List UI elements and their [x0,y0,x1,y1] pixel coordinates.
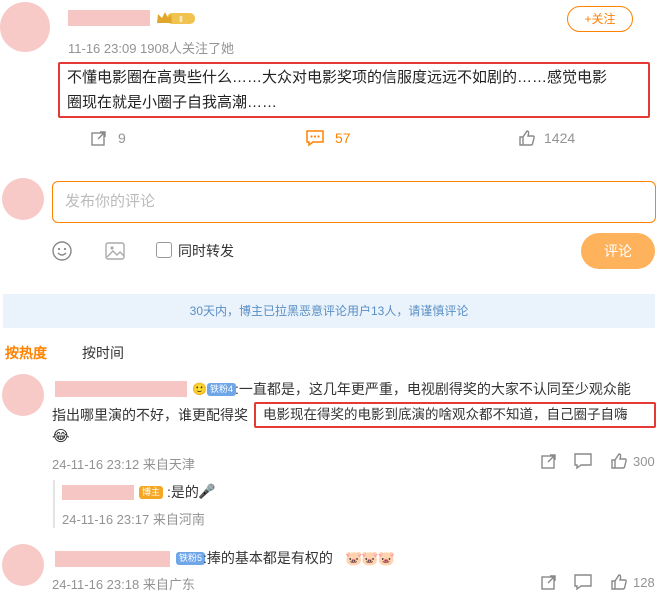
comment-input[interactable]: 发布你的评论 [52,181,656,223]
comment-share-button[interactable] [540,573,558,591]
commenter-name-redacted[interactable] [55,381,187,397]
author-avatar[interactable] [0,2,50,52]
pig-emoji: 🐷🐷🐷 [345,550,395,566]
repost-icon [91,131,106,146]
laugh-cry-emoji: 😂 [52,428,70,445]
comment-share-button[interactable] [540,452,558,470]
thumbs-up-icon [519,130,535,146]
comment-like-button[interactable]: 300 [610,452,655,470]
reply-text: :是的 [167,484,199,500]
comment-avatar[interactable] [2,374,44,416]
comment-text-line1: :一直都是，这几年更严重，电视剧得奖的大家不认同至少观众能 [235,381,631,397]
comment-meta: 24-11-16 23:18 来自广东 [52,577,195,592]
tab-sort-hot[interactable]: 按热度 [5,343,47,363]
comment-count: 57 [335,130,351,146]
comment-like-button[interactable]: 128 [610,573,655,591]
reply-thread-bar [53,480,55,528]
comment-text-line2: 指出哪里演的不好，谁更配得奖 [52,407,248,423]
microphone-emoji: 🎤 [198,483,216,499]
thumbs-up-icon [611,453,627,469]
svg-text:Ⅱ: Ⅱ [179,15,183,24]
like-count: 1424 [544,130,576,146]
image-button[interactable] [104,240,126,262]
emoji-icon [52,241,72,261]
vip-crown-icon: Ⅱ [155,10,197,26]
thumbs-up-icon [611,574,627,590]
reply-author-redacted[interactable] [62,485,134,500]
post-text-line1: 不懂电影圈在高贵些什么……大众对电影奖项的信服度远远不如剧的……感觉电影 [67,69,608,86]
post-text-line2: 圈现在就是小圈子自我高潮…… [67,94,278,111]
repost-button[interactable]: 9 [90,128,126,148]
comment-text: :捧的基本都是有权的 [203,550,333,566]
comment-icon [306,130,324,147]
fan-badge: 铁粉5 [176,552,206,565]
commenter-name-redacted[interactable] [55,551,170,567]
comment-meta: 24-11-16 23:12 来自天津 [52,457,195,472]
repost-checkbox[interactable] [156,242,172,258]
tab-sort-time[interactable]: 按时间 [82,343,124,363]
emoji-button[interactable] [51,240,73,262]
comment-like-count: 300 [633,453,655,469]
author-name-redacted[interactable] [68,10,150,26]
reply-meta: 24-11-16 23:17 来自河南 [62,512,205,527]
fan-medal-icon: 🙂 [192,382,207,396]
comment-button[interactable]: 57 [305,128,351,148]
repost-count: 9 [118,130,126,146]
comment-reply-button[interactable] [573,452,593,470]
author-badge: 博主 [139,486,164,499]
reply-icon [574,453,592,470]
reply-icon [574,574,592,591]
submit-comment-button[interactable]: 评论 [581,233,655,269]
fan-badge: 铁粉4 [207,383,237,396]
comment-text-highlighted: 电影现在得奖的电影到底演的啥观众都不知道，自己圈子自嗨 [263,407,628,422]
image-icon [105,242,125,260]
share-icon [541,575,556,590]
comment-avatar[interactable] [2,544,44,586]
post-meta: 11-16 23:09 1908人关注了她 [68,41,234,56]
repost-checkbox-label: 同时转发 [178,243,234,259]
blacklist-notice: 30天内，博主已拉黑恶意评论用户13人，请谨慎评论 [3,294,655,328]
current-user-avatar [2,178,44,220]
comment-reply-button[interactable] [573,573,593,591]
follow-button[interactable]: +关注 [567,6,633,32]
share-icon [541,454,556,469]
comment-like-count: 128 [633,574,655,590]
like-button[interactable]: 1424 [518,128,575,148]
